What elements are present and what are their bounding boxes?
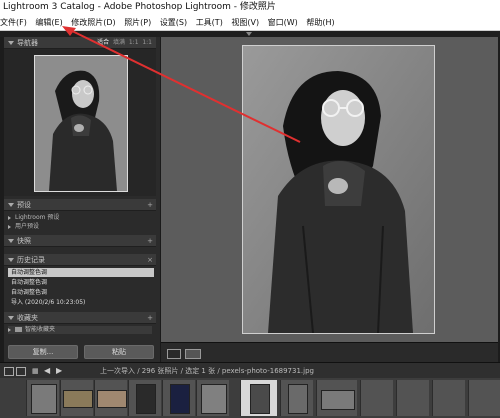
menu-photo[interactable]: 照片(P) <box>124 15 151 30</box>
filmstrip-thumbnail[interactable] <box>162 380 195 416</box>
clear-history-icon[interactable]: × <box>147 254 153 266</box>
main-photo[interactable] <box>242 45 435 334</box>
navigator-zoom-options: 适合 填满 1:1 1:1 <box>97 37 152 49</box>
zoom-1-1[interactable]: 1:1 <box>129 39 139 46</box>
zoom-fit[interactable]: 适合 <box>97 39 109 46</box>
filmstrip-thumbnail[interactable] <box>128 380 161 416</box>
collapse-arrow-icon[interactable] <box>246 32 252 36</box>
filmstrip-thumbnail[interactable] <box>94 380 127 416</box>
page-2-icon[interactable] <box>16 367 26 376</box>
snapshots-header[interactable]: 快照 + <box>4 235 156 247</box>
history-item[interactable]: 导入 (2020/2/6 10:23:05) <box>8 298 154 307</box>
window-title: Lightroom 3 Catalog - Adobe Photoshop Li… <box>3 2 276 12</box>
folder-icon <box>15 327 22 332</box>
loupe-view-icon[interactable] <box>167 349 181 359</box>
history-header[interactable]: 历史记录 × <box>4 254 156 266</box>
menu-tools[interactable]: 工具(T) <box>196 15 223 30</box>
add-snapshot-icon[interactable]: + <box>147 235 153 247</box>
view-toolbar <box>161 342 498 363</box>
menu-help[interactable]: 帮助(H) <box>306 15 334 30</box>
filmstrip-thumbnail[interactable] <box>60 380 93 416</box>
before-after-icon[interactable] <box>185 349 201 359</box>
navigator-preview <box>4 49 156 196</box>
grid-icon[interactable]: ▦ <box>32 363 39 379</box>
preset-folder-lightroom[interactable]: Lightroom 预设 <box>8 214 152 222</box>
zoom-fill[interactable]: 填满 <box>113 39 125 46</box>
navigator-thumbnail[interactable] <box>34 55 128 192</box>
filmstrip-source-info[interactable]: 上一次导入 / 296 张照片 / 选定 1 张 / pexels-photo-… <box>100 363 314 379</box>
history-item[interactable]: 自动调整色调 <box>8 288 154 297</box>
menu-bar: 文件(F) 编辑(E) 修改照片(D) 照片(P) 设置(S) 工具(T) 视图… <box>0 15 500 31</box>
copy-button[interactable]: 复制... <box>8 345 78 359</box>
triangle-down-icon <box>8 316 14 320</box>
triangle-down-icon <box>8 239 14 243</box>
filmstrip-thumbnail[interactable] <box>396 380 429 416</box>
menu-view[interactable]: 视图(V) <box>231 15 259 30</box>
filmstrip <box>0 378 500 418</box>
triangle-right-icon <box>8 224 11 229</box>
menu-window[interactable]: 窗口(W) <box>268 15 298 30</box>
filmstrip-thumbnail[interactable] <box>26 380 59 416</box>
collections-header[interactable]: 收藏夹 + <box>4 312 156 324</box>
triangle-down-icon <box>8 41 14 45</box>
page-1-icon[interactable] <box>4 367 14 376</box>
triangle-right-icon <box>8 327 11 332</box>
presets-title: 预设 <box>17 201 31 209</box>
paste-button[interactable]: 粘贴 <box>84 345 154 359</box>
preset-folder-label: 用户预设 <box>15 223 40 230</box>
filmstrip-thumbnail[interactable] <box>468 380 500 416</box>
filmstrip-thumbnail[interactable] <box>316 380 357 416</box>
add-preset-icon[interactable]: + <box>147 199 153 211</box>
preset-folder-label: Lightroom 预设 <box>15 214 60 221</box>
window-title-bar: Lightroom 3 Catalog - Adobe Photoshop Li… <box>0 0 500 15</box>
history-title: 历史记录 <box>17 256 45 264</box>
triangle-right-icon <box>8 215 11 220</box>
triangle-down-icon <box>8 203 14 207</box>
presets-header[interactable]: 预设 + <box>4 199 156 211</box>
collection-label: 智能收藏夹 <box>25 326 56 333</box>
menu-file[interactable]: 文件(F) <box>0 15 27 30</box>
prev-arrow-icon[interactable]: ◀ <box>44 363 50 379</box>
filmstrip-thumbnail[interactable] <box>432 380 465 416</box>
add-collection-icon[interactable]: + <box>147 312 153 324</box>
left-panel: 导航器 适合 填满 1:1 1:1 预设 + Lightroom 预设 用户预设… <box>0 37 161 362</box>
navigator-header[interactable]: 导航器 适合 填满 1:1 1:1 <box>4 37 156 49</box>
portrait-image-small <box>35 56 127 191</box>
photo-canvas[interactable] <box>161 37 498 342</box>
portrait-image-large <box>243 46 434 333</box>
collections-title: 收藏夹 <box>17 314 38 322</box>
zoom-custom[interactable]: 1:1 <box>142 39 152 46</box>
filmstrip-thumbnail-selected[interactable] <box>240 380 277 416</box>
filmstrip-thumbnail[interactable] <box>196 380 229 416</box>
snapshots-title: 快照 <box>17 237 31 245</box>
filmstrip-thumbnail[interactable] <box>360 380 393 416</box>
menu-settings[interactable]: 设置(S) <box>160 15 187 30</box>
collection-smart[interactable]: 智能收藏夹 <box>8 326 152 334</box>
menu-develop[interactable]: 修改照片(D) <box>71 15 115 30</box>
history-item[interactable]: 自动调整色调 <box>8 278 154 287</box>
menu-edit[interactable]: 编辑(E) <box>35 15 62 30</box>
history-item[interactable]: 自动调整色调 <box>8 268 154 277</box>
filmstrip-nav-bar: ▦ ◀ ▶ 上一次导入 / 296 张照片 / 选定 1 张 / pexels-… <box>0 362 500 379</box>
navigator-title: 导航器 <box>17 39 38 47</box>
preset-folder-user[interactable]: 用户预设 <box>8 223 152 231</box>
triangle-down-icon <box>8 258 14 262</box>
filmstrip-thumbnail[interactable] <box>280 380 313 416</box>
next-arrow-icon[interactable]: ▶ <box>56 363 62 379</box>
